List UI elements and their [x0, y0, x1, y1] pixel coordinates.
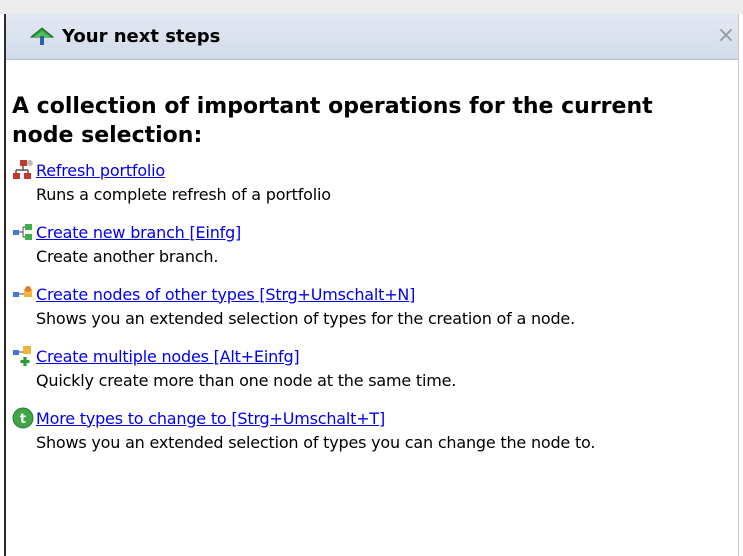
item-description: Shows you an extended selection of types… — [36, 433, 596, 452]
tree-arrow-icon — [29, 26, 55, 46]
next-steps-panel: Your next steps × A collection of import… — [4, 14, 739, 556]
list-item: Refresh portfolio Runs a complete refres… — [12, 158, 732, 208]
create-other-types-link[interactable]: Create nodes of other types [Strg+Umscha… — [36, 285, 415, 304]
item-description: Runs a complete refresh of a portfolio — [36, 185, 331, 204]
refresh-portfolio-link[interactable]: Refresh portfolio — [36, 161, 165, 180]
panel-header: Your next steps × — [6, 14, 738, 60]
close-icon[interactable]: × — [716, 25, 736, 47]
list-item: Create new branch [Einfg] Create another… — [12, 220, 732, 270]
create-new-branch-link[interactable]: Create new branch [Einfg] — [36, 223, 241, 242]
list-item: Create multiple nodes [Alt+Einfg] Quickl… — [12, 344, 732, 394]
refresh-portfolio-icon — [12, 159, 34, 181]
panel-content: A collection of important operations for… — [12, 72, 732, 468]
list-item: Create nodes of other types [Strg+Umscha… — [12, 282, 732, 332]
other-types-node-icon — [12, 283, 34, 305]
list-item: t More types to change to [Strg+Umschalt… — [12, 406, 732, 456]
item-description: Shows you an extended selection of types… — [36, 309, 575, 328]
new-branch-icon — [12, 221, 34, 243]
panel-title: Your next steps — [62, 26, 221, 47]
create-multiple-nodes-link[interactable]: Create multiple nodes [Alt+Einfg] — [36, 347, 300, 366]
item-description: Quickly create more than one node at the… — [36, 371, 457, 390]
more-types-link[interactable]: More types to change to [Strg+Umschalt+T… — [36, 409, 385, 428]
change-type-icon: t — [12, 407, 34, 429]
multiple-nodes-icon — [12, 345, 34, 367]
operations-list: Refresh portfolio Runs a complete refres… — [12, 158, 732, 456]
svg-text:t: t — [20, 412, 26, 427]
item-description: Create another branch. — [36, 247, 219, 266]
section-heading: A collection of important operations for… — [12, 94, 653, 148]
window-top-strip — [0, 0, 743, 14]
